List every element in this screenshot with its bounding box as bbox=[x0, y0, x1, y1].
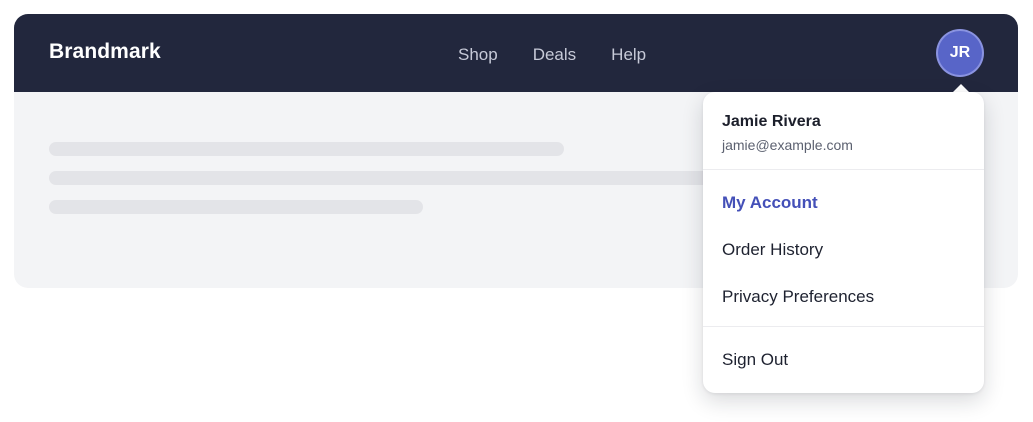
brand-logo[interactable]: Brandmark bbox=[49, 40, 161, 64]
skeleton-line bbox=[49, 171, 739, 185]
skeleton-line bbox=[49, 200, 423, 214]
menu-item-sign-out[interactable]: Sign Out bbox=[722, 350, 788, 370]
divider bbox=[703, 326, 984, 327]
avatar-initials: JR bbox=[949, 44, 971, 61]
user-avatar-button[interactable]: JR bbox=[938, 31, 982, 75]
menu-item-privacy-preferences[interactable]: Privacy Preferences bbox=[722, 287, 874, 307]
nav-link-deals[interactable]: Deals bbox=[533, 45, 576, 65]
menu-item-my-account[interactable]: My Account bbox=[722, 193, 818, 213]
divider bbox=[703, 169, 984, 170]
nav-link-help[interactable]: Help bbox=[611, 45, 646, 65]
account-dropdown-menu: Jamie Rivera jamie@example.com My Accoun… bbox=[703, 92, 984, 393]
menu-item-order-history[interactable]: Order History bbox=[722, 240, 823, 260]
skeleton-line bbox=[49, 142, 564, 156]
navbar: Brandmark Shop Deals Help JR bbox=[14, 14, 1018, 92]
nav-links: Shop Deals Help bbox=[458, 45, 646, 65]
dropdown-user-email: jamie@example.com bbox=[722, 137, 853, 153]
nav-link-shop[interactable]: Shop bbox=[458, 45, 498, 65]
dropdown-user-name: Jamie Rivera bbox=[722, 113, 821, 130]
